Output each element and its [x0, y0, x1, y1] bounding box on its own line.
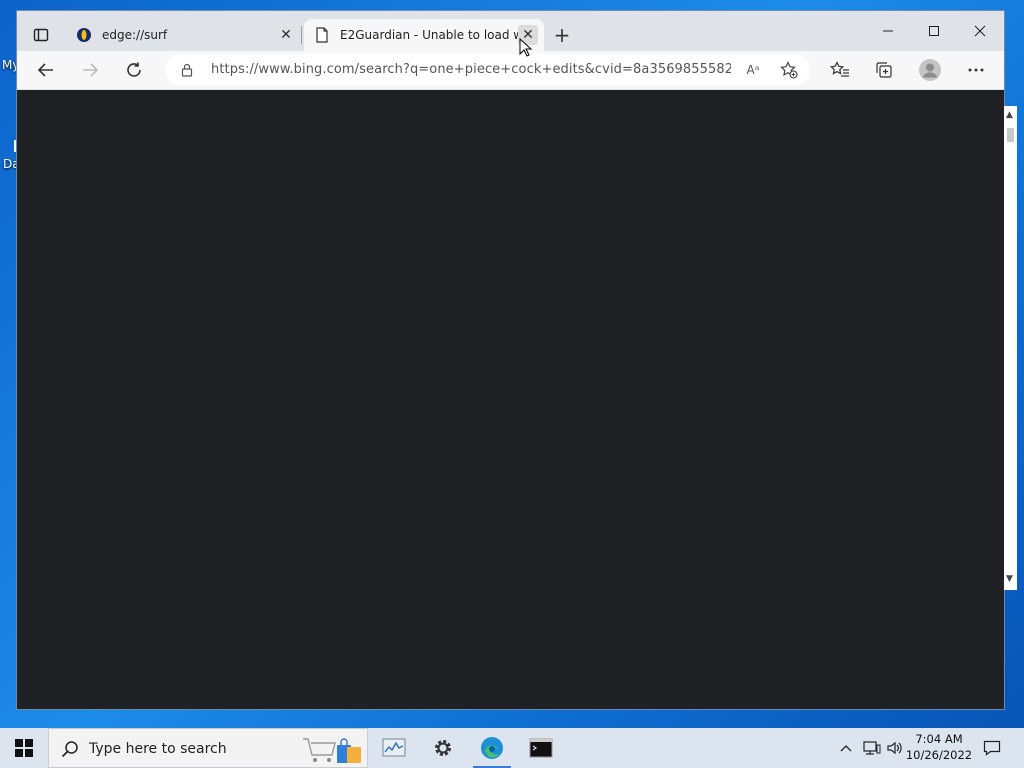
favorites-star-icon — [830, 61, 849, 77]
tab-title: edge://surf — [102, 28, 168, 42]
settings-more-button[interactable] — [962, 56, 990, 84]
taskbar-app-terminal[interactable] — [518, 728, 564, 768]
search-icon — [61, 741, 78, 758]
maximize-button[interactable] — [911, 17, 957, 45]
back-button[interactable] — [32, 56, 60, 84]
refresh-icon — [127, 62, 141, 77]
new-tab-button[interactable]: + — [550, 23, 574, 47]
scroll-down-arrow-icon[interactable]: ▼ — [1006, 574, 1013, 584]
browser-window: edge://surf ✕ E2Guardian - Unable to loa… — [17, 11, 1004, 709]
notification-icon — [983, 740, 1001, 756]
scrollbar[interactable]: ▲ ▼ — [1004, 106, 1017, 590]
notifications-button[interactable] — [978, 728, 1006, 768]
surf-game-icon — [76, 27, 92, 43]
tab-separator — [301, 26, 302, 44]
close-icon — [974, 25, 986, 37]
collections-icon — [876, 62, 892, 78]
speaker-icon — [887, 741, 902, 755]
mouse-cursor-icon — [519, 38, 533, 57]
taskbar-clock[interactable]: 7:04 AM 10/26/2022 — [904, 731, 974, 763]
avatar-icon — [919, 59, 941, 81]
collections-button[interactable] — [870, 56, 898, 84]
maximize-icon — [929, 26, 939, 36]
network-button[interactable] — [860, 728, 884, 768]
minimize-icon — [883, 30, 893, 32]
taskbar-app-settings[interactable] — [420, 728, 466, 768]
clock-date: 10/26/2022 — [905, 748, 973, 762]
volume-button[interactable] — [884, 728, 906, 768]
scroll-up-arrow-icon[interactable]: ▲ — [1006, 110, 1013, 120]
title-bar: edge://surf ✕ E2Guardian - Unable to loa… — [17, 11, 1004, 51]
taskbar-app-edge[interactable] — [469, 728, 515, 768]
minimize-button[interactable] — [865, 17, 911, 45]
forward-button[interactable] — [76, 56, 104, 84]
search-placeholder: Type here to search — [89, 741, 227, 757]
tab-surf[interactable]: edge://surf ✕ — [66, 19, 302, 51]
close-tab-icon[interactable]: ✕ — [276, 25, 296, 45]
browser-toolbar: https://www.bing.com/search?q=one+piece+… — [17, 51, 1004, 90]
start-button[interactable] — [0, 728, 48, 768]
back-arrow-icon — [37, 63, 53, 77]
edge-icon — [481, 737, 503, 759]
more-icon — [968, 68, 984, 72]
tab-title: E2Guardian - Unable to load web — [340, 28, 518, 42]
tab-e2guardian[interactable]: E2Guardian - Unable to load web ✕ — [304, 19, 544, 51]
tab-actions-button[interactable] — [25, 19, 57, 51]
taskbar-search-box[interactable]: Type here to search — [48, 728, 368, 768]
address-url[interactable]: https://www.bing.com/search?q=one+piece+… — [211, 62, 731, 77]
lock-icon[interactable] — [179, 62, 195, 78]
clock-time: 7:04 AM — [915, 732, 963, 746]
add-favorite-icon[interactable] — [779, 60, 799, 80]
chevron-up-icon — [840, 745, 852, 752]
forward-arrow-icon — [83, 63, 99, 77]
page-content — [17, 90, 1004, 709]
task-manager-icon — [382, 738, 406, 757]
windows-logo-icon — [15, 739, 33, 757]
settings-icon — [435, 740, 451, 756]
terminal-icon — [529, 738, 553, 758]
taskbar: Type here to search 7:04 AM 10/26/2022 — [0, 728, 1024, 768]
favorites-button[interactable] — [826, 56, 854, 84]
scroll-thumb[interactable] — [1007, 128, 1014, 142]
tab-actions-icon — [33, 28, 49, 42]
read-aloud-icon[interactable]: Aᵃ — [743, 60, 763, 80]
profile-button[interactable] — [916, 56, 944, 84]
page-icon — [314, 27, 330, 43]
shopping-bags-icon — [303, 738, 361, 763]
network-icon — [863, 741, 881, 755]
refresh-button[interactable] — [120, 56, 148, 84]
address-bar[interactable]: https://www.bing.com/search?q=one+piece+… — [165, 54, 810, 86]
show-hidden-icons-button[interactable] — [836, 728, 856, 768]
close-window-button[interactable] — [957, 17, 1003, 45]
taskbar-app-task-manager[interactable] — [371, 728, 417, 768]
